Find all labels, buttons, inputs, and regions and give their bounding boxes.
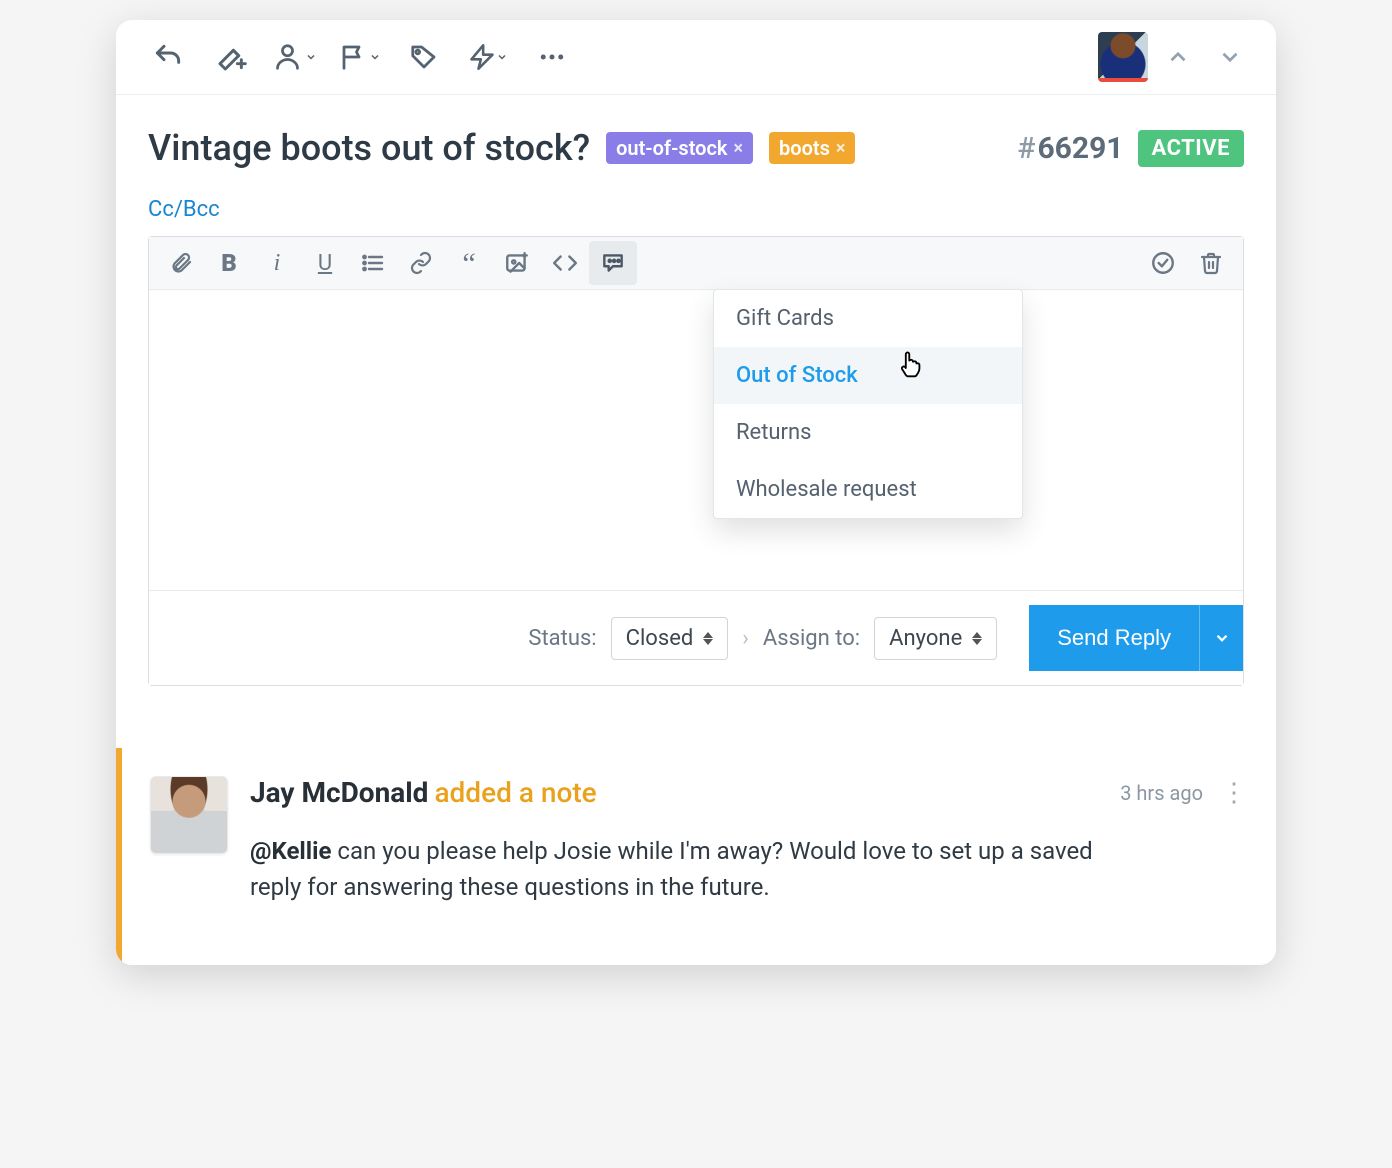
- tag-boots[interactable]: boots ×: [769, 132, 855, 164]
- italic-icon: i: [274, 250, 281, 277]
- undo-arrow-icon: [152, 41, 184, 73]
- ticket-status-badge: ACTIVE: [1138, 130, 1245, 167]
- bold-icon: B: [221, 249, 237, 277]
- note-options-button[interactable]: ⋮: [1221, 778, 1244, 808]
- user-icon: [275, 42, 305, 72]
- assign-user-button[interactable]: [268, 33, 324, 81]
- cc-bcc-link[interactable]: Cc/Bcc: [116, 177, 1276, 228]
- underline-icon: U: [318, 251, 332, 276]
- status-select[interactable]: Closed: [611, 617, 729, 660]
- flag-button[interactable]: [332, 33, 388, 81]
- dots-icon: [537, 42, 567, 72]
- note-author-avatar[interactable]: [150, 776, 228, 854]
- quote-button[interactable]: “: [445, 241, 493, 285]
- compose-toolbar: B i U “: [149, 237, 1243, 290]
- top-toolbar: [116, 20, 1276, 95]
- tag-label: boots: [779, 136, 830, 160]
- ticket-title: Vintage boots out of stock?: [148, 127, 590, 169]
- status-label: Status:: [528, 626, 596, 651]
- bold-button[interactable]: B: [205, 241, 253, 285]
- list-button[interactable]: [349, 241, 397, 285]
- note-author-name: Jay McDonald: [250, 776, 428, 809]
- paperclip-icon: [169, 251, 193, 275]
- new-conversation-button[interactable]: [204, 33, 260, 81]
- flag-icon: [339, 42, 369, 72]
- link-button[interactable]: [397, 241, 445, 285]
- send-options-button[interactable]: [1199, 605, 1243, 671]
- quote-icon: “: [462, 256, 475, 271]
- app-window: Vintage boots out of stock? out-of-stock…: [116, 20, 1276, 965]
- code-button[interactable]: [541, 241, 589, 285]
- discard-button[interactable]: [1187, 241, 1235, 285]
- italic-button[interactable]: i: [253, 241, 301, 285]
- trash-icon: [1199, 251, 1223, 275]
- list-icon: [361, 251, 385, 275]
- back-button[interactable]: [140, 33, 196, 81]
- prev-ticket-button[interactable]: [1156, 44, 1200, 70]
- saved-reply-option[interactable]: Out of Stock: [714, 347, 1022, 404]
- assign-select[interactable]: Anyone: [874, 617, 997, 660]
- ticket-header: Vintage boots out of stock? out-of-stock…: [116, 95, 1276, 177]
- compose-box: B i U “: [148, 236, 1244, 686]
- code-icon: [552, 250, 578, 276]
- ticket-number: #66291: [1017, 131, 1123, 166]
- approve-button[interactable]: [1139, 241, 1187, 285]
- underline-button[interactable]: U: [301, 241, 349, 285]
- send-reply-button[interactable]: Send Reply: [1029, 605, 1199, 671]
- saved-replies-button[interactable]: [589, 241, 637, 285]
- current-user-avatar[interactable]: [1098, 32, 1148, 82]
- chevron-down-icon: [1213, 629, 1231, 647]
- more-options-button[interactable]: [524, 33, 580, 81]
- assign-value: Anyone: [889, 626, 962, 651]
- note-action-label: added a note: [434, 776, 596, 809]
- tag-out-of-stock[interactable]: out-of-stock ×: [606, 132, 753, 164]
- remove-tag-icon[interactable]: ×: [733, 138, 743, 159]
- separator-icon: ›: [742, 626, 749, 651]
- saved-reply-option[interactable]: Wholesale request: [714, 461, 1022, 518]
- caret-icon: [972, 632, 982, 645]
- note-body: @Kellie can you please help Josie while …: [250, 833, 1120, 905]
- image-button[interactable]: [493, 241, 541, 285]
- tag-icon: [409, 42, 439, 72]
- chevron-down-icon: [496, 51, 508, 63]
- next-ticket-button[interactable]: [1208, 44, 1252, 70]
- chevron-down-icon: [369, 51, 381, 63]
- chevron-down-icon: [1217, 44, 1243, 70]
- saved-reply-option[interactable]: Returns: [714, 404, 1022, 461]
- note-timestamp: 3 hrs ago: [1120, 781, 1203, 805]
- assign-label: Assign to:: [763, 626, 860, 651]
- mention[interactable]: @Kellie: [250, 837, 331, 865]
- status-value: Closed: [626, 626, 694, 651]
- attach-button[interactable]: [157, 241, 205, 285]
- link-icon: [409, 251, 433, 275]
- pencil-plus-icon: [216, 41, 248, 73]
- chevron-down-icon: [305, 51, 317, 63]
- remove-tag-icon[interactable]: ×: [836, 138, 846, 159]
- note-header: Jay McDonald added a note 3 hrs ago ⋮: [250, 776, 1244, 809]
- tag-button[interactable]: [396, 33, 452, 81]
- note-thread-item: Jay McDonald added a note 3 hrs ago ⋮ @K…: [116, 748, 1276, 965]
- compose-textarea[interactable]: [149, 290, 1243, 590]
- lightning-icon: [468, 43, 496, 71]
- caret-icon: [703, 632, 713, 645]
- speech-bubble-icon: [600, 250, 626, 276]
- saved-reply-option[interactable]: Gift Cards: [714, 290, 1022, 347]
- chevron-up-icon: [1165, 44, 1191, 70]
- image-plus-icon: [504, 250, 530, 276]
- check-circle-icon: [1150, 250, 1176, 276]
- saved-replies-dropdown: Gift Cards Out of Stock Returns Wholesal…: [713, 289, 1023, 519]
- compose-footer: Status: Closed › Assign to: Anyone Send …: [149, 590, 1243, 685]
- tag-label: out-of-stock: [616, 136, 727, 160]
- workflow-button[interactable]: [460, 33, 516, 81]
